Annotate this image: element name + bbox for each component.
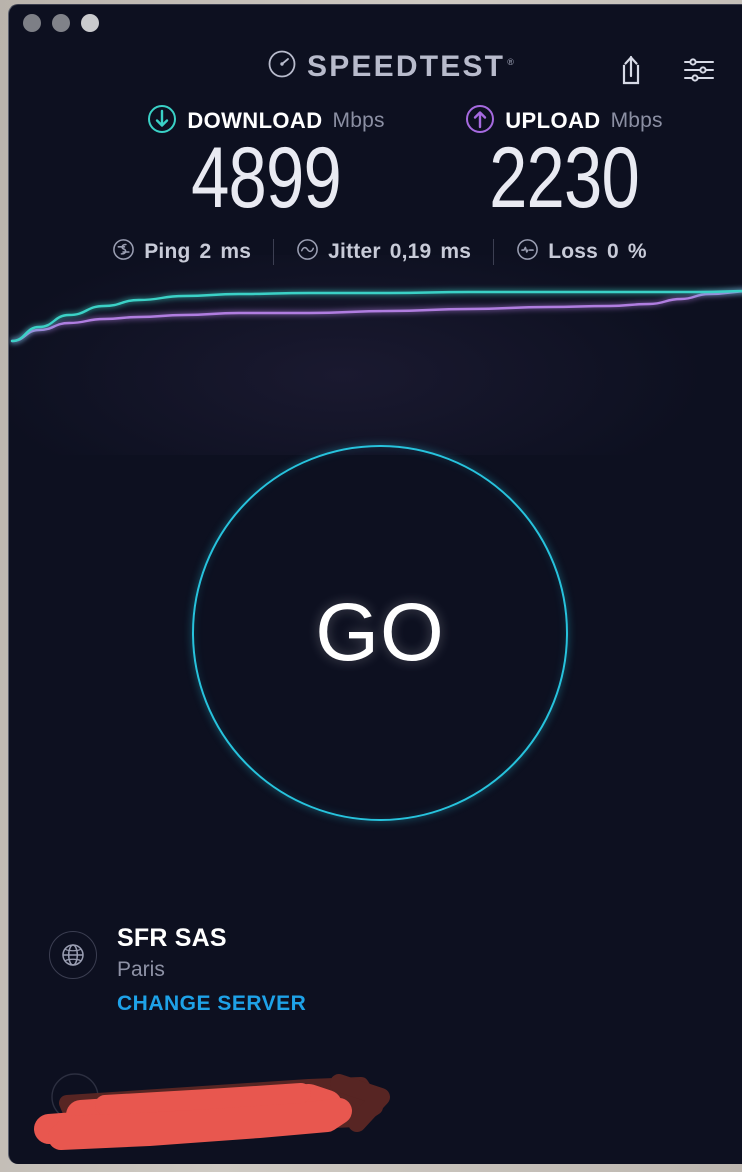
change-server-link[interactable]: CHANGE SERVER [117,992,306,1016]
server-name: SFR SAS [117,924,227,952]
ping-unit: ms [220,240,252,263]
jitter-value: 0,19 [389,240,432,263]
download-arrow-circle-icon [147,104,177,139]
speedometer-gauge-icon [267,49,297,84]
network-stats: Ping 2 ms Jitter 0,19 ms Loss 0 % [9,231,742,273]
maximize-window-button[interactable] [81,14,99,32]
upload-result: UPLOAD Mbps 2230 [419,104,709,226]
download-result: DOWNLOAD Mbps 4899 [121,104,411,226]
share-button[interactable] [616,53,646,87]
connection-info [9,1045,742,1155]
download-speed-line [10,289,742,343]
redaction-scribble [34,1073,390,1150]
graph-canvas [10,289,742,343]
window-titlebar [9,5,742,49]
loss-stat: Loss 0 % [494,238,669,267]
loss-unit: % [627,240,647,263]
upload-value: 2230 [489,130,640,226]
upload-speed-line [10,290,742,343]
share-upload-icon [616,55,646,91]
globe-icon [49,931,97,979]
app-header: SPEEDTEST ® [9,49,742,99]
jitter-wave-icon [296,238,319,267]
settings-button[interactable] [682,55,716,85]
ping-latency-icon [112,238,135,267]
jitter-unit: ms [440,240,472,263]
server-location: Paris [117,958,165,982]
jitter-label: Jitter [328,240,381,263]
desktop-background: SPEEDTEST ® DOWNLOAD Mbps 4899 UPLOAD Mb… [0,0,742,1172]
go-button[interactable]: GO [192,445,568,821]
jitter-stat: Jitter 0,19 ms [274,238,493,267]
go-button-area: GO [9,395,742,865]
brand-wordmark: SPEEDTEST [307,49,506,83]
trademark-symbol: ® [507,56,514,67]
packet-loss-icon [516,238,539,267]
ping-value: 2 [199,240,212,263]
header-actions [616,53,716,87]
loss-value: 0 [607,240,619,263]
download-value: 4899 [191,130,342,226]
close-window-button[interactable] [23,14,41,32]
speedtest-logo[interactable]: SPEEDTEST ® [267,49,514,84]
minimize-window-button[interactable] [52,14,70,32]
ping-stat: Ping 2 ms [90,238,273,267]
go-button-label: GO [315,587,445,678]
speed-history-graph [9,275,742,395]
server-info: SFR SAS Paris CHANGE SERVER [49,923,306,1016]
server-details: SFR SAS Paris CHANGE SERVER [117,923,306,1016]
speed-results: DOWNLOAD Mbps 4899 UPLOAD Mbps 2230 [9,104,742,231]
sliders-settings-icon [682,58,716,89]
speedtest-app-window: SPEEDTEST ® DOWNLOAD Mbps 4899 UPLOAD Mb… [8,4,742,1164]
window-controls [23,14,99,32]
loss-label: Loss [548,240,599,263]
ping-label: Ping [144,240,191,263]
